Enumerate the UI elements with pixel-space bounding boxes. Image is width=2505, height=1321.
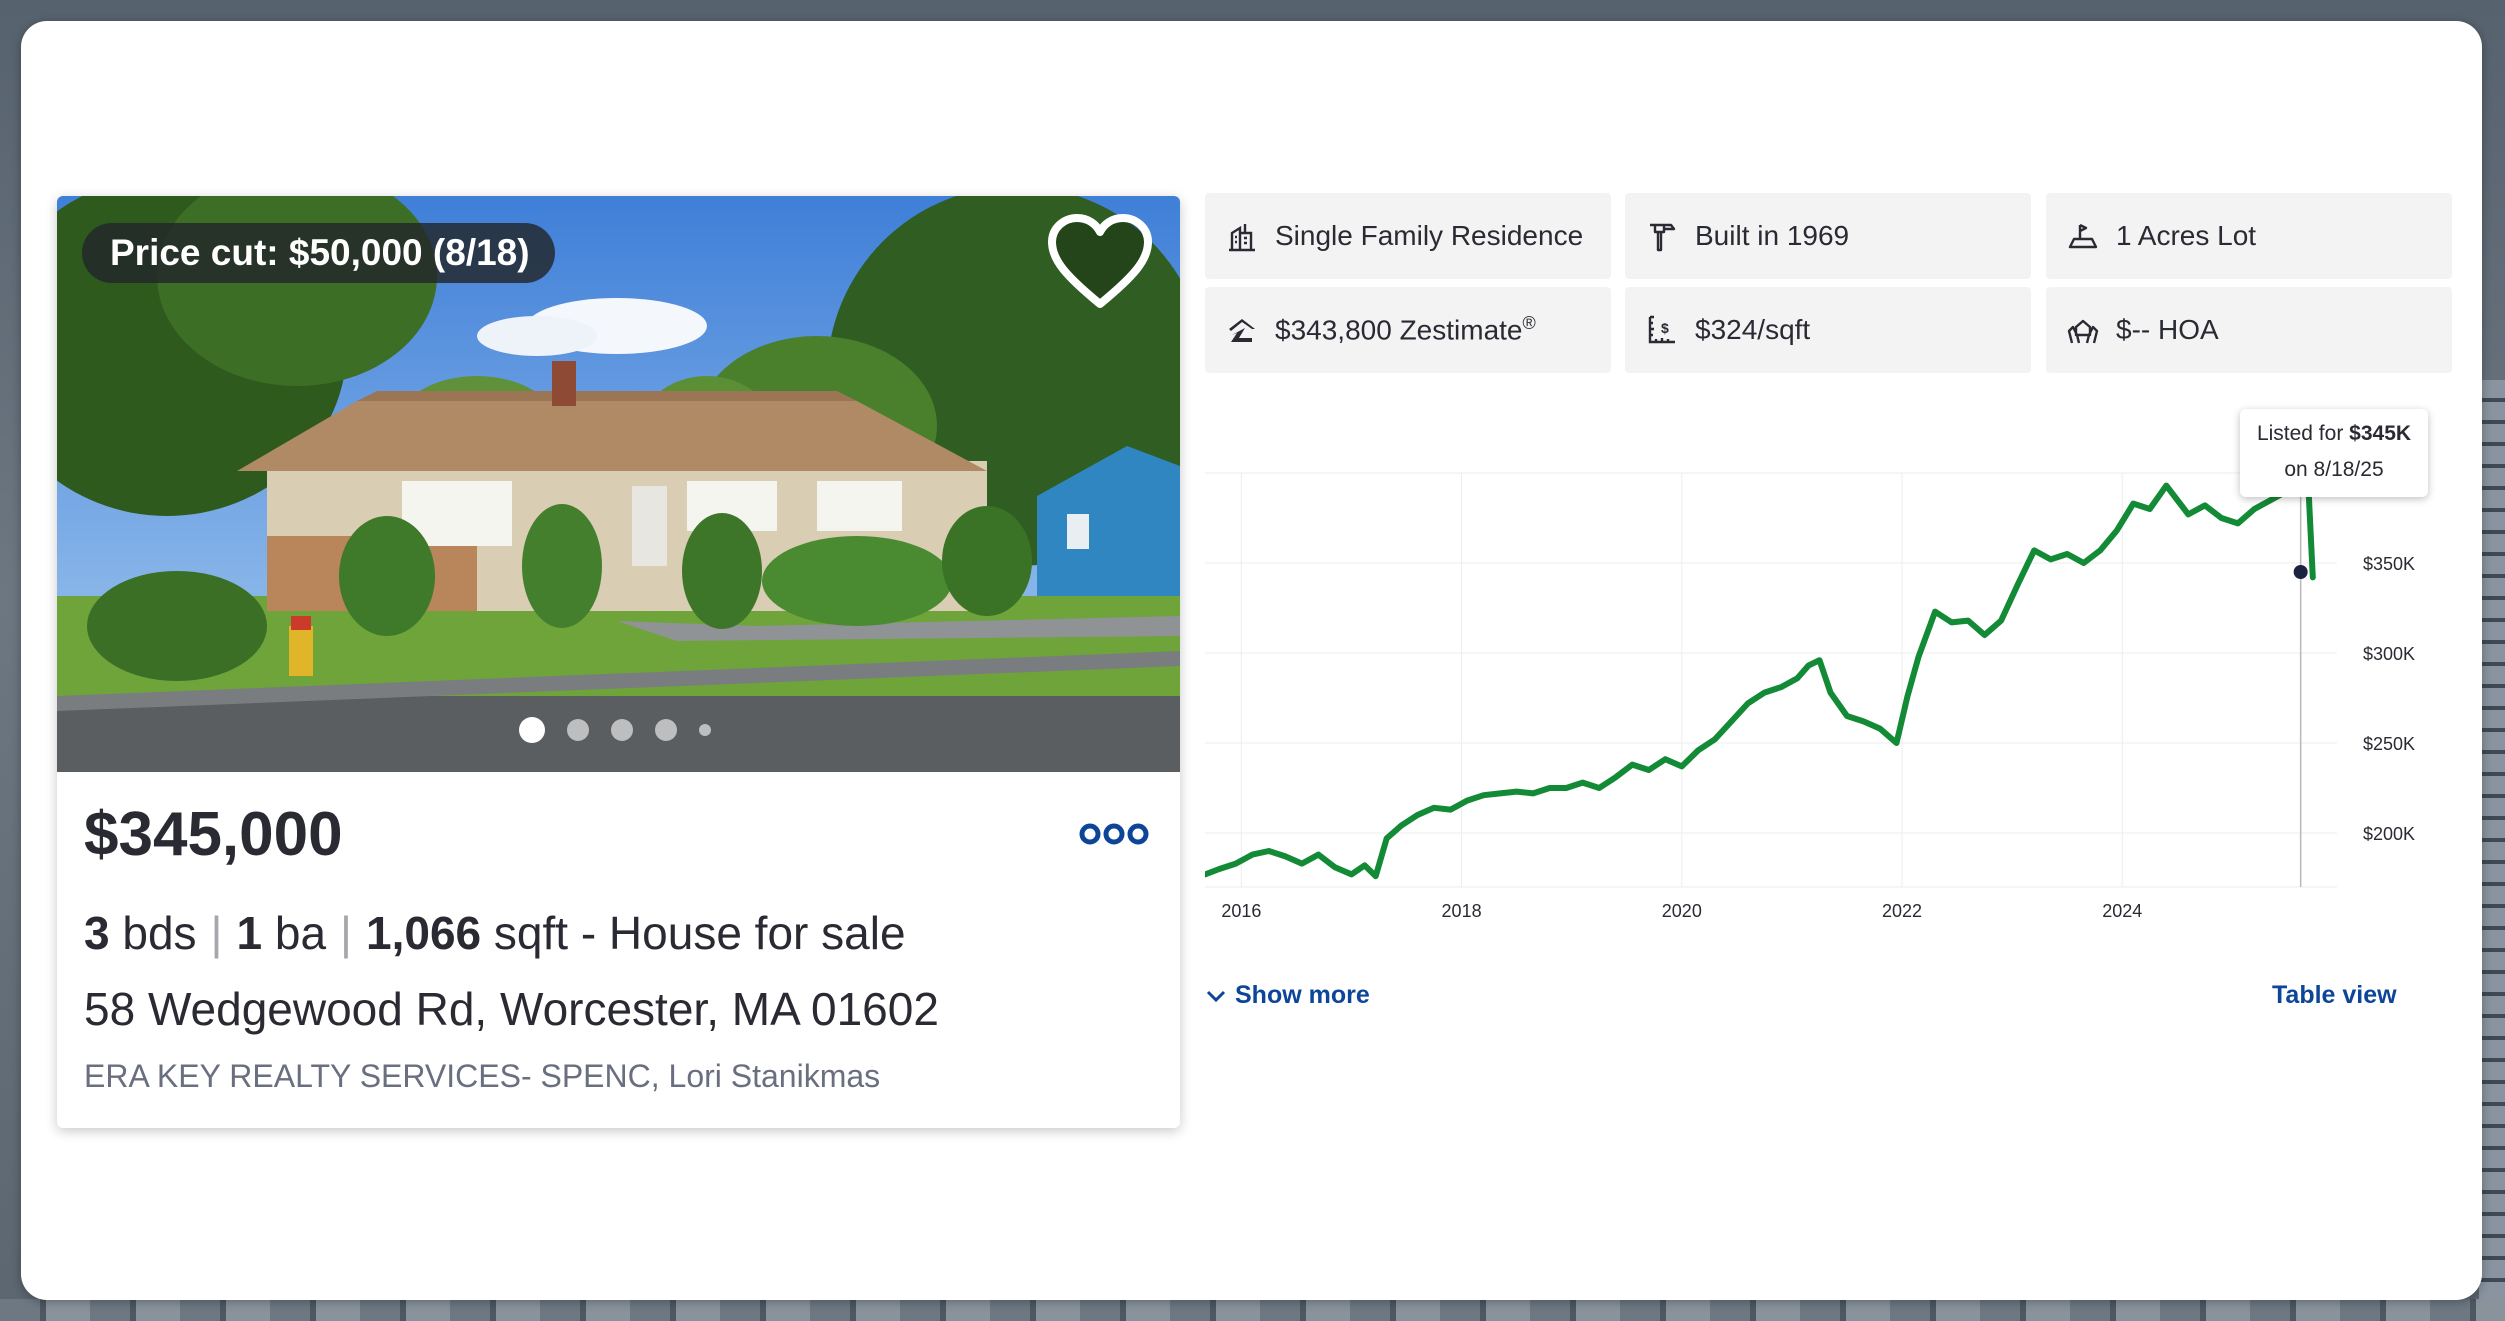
carousel-dot[interactable] <box>655 719 677 741</box>
chevron-down-icon <box>1206 991 1226 1003</box>
show-more-button[interactable]: Show more <box>1205 981 1370 1010</box>
save-favorite-heart-icon[interactable] <box>1046 214 1154 312</box>
y-tick-label: $250K <box>2363 734 2415 754</box>
tooltip-date: on 8/18/25 <box>2284 458 2384 481</box>
price-per-sqft-icon: $ <box>1648 315 1675 344</box>
y-tick-label: $200K <box>2363 824 2415 844</box>
building-icon <box>1229 224 1255 252</box>
beds-baths-sqft: 3 bds | 1 ba | 1,066 sqft - House for sale <box>84 906 906 960</box>
photo-carousel-dots[interactable] <box>519 717 711 743</box>
background-street <box>0 1299 2505 1321</box>
table-view-button[interactable]: Table view <box>2272 981 2397 1010</box>
fact-tile-price-per-sqft: $ $324/sqft <box>1625 287 2031 373</box>
listing-price: $345,000 <box>84 800 343 869</box>
carousel-dot[interactable] <box>611 719 633 741</box>
lot-icon <box>2068 223 2098 249</box>
tooltip-value: $345K <box>2349 422 2412 445</box>
baths-unit: ba <box>274 907 327 959</box>
chart-tooltip: Listed for $345K on 8/18/25 <box>2240 409 2428 497</box>
x-tick-label: 2022 <box>1882 901 1922 921</box>
tooltip-prefix: Listed for <box>2256 422 2350 445</box>
divider: | <box>210 907 223 959</box>
price-history-line <box>1205 461 2316 880</box>
fact-label: $343,800 Zestimate® <box>1275 313 1536 346</box>
sqft-suffix: sqft - House for sale <box>493 907 906 959</box>
baths-value: 1 <box>236 907 263 959</box>
x-tick-label: 2018 <box>1442 901 1482 921</box>
fact-label: 1 Acres Lot <box>2116 220 2257 251</box>
fact-label: $-- HOA <box>2116 314 2219 345</box>
listed-price-marker <box>2293 565 2308 579</box>
fact-label: Built in 1969 <box>1695 220 1850 251</box>
carousel-dot[interactable] <box>519 717 545 743</box>
x-tick-label: 2016 <box>1221 901 1261 921</box>
listing-broker: ERA KEY REALTY SERVICES- SPENC, Lori Sta… <box>84 1058 881 1094</box>
listing-address[interactable]: 58 Wedgewood Rd, Worcester, MA 01602 <box>84 982 939 1036</box>
hoa-icon <box>2067 319 2099 344</box>
fact-tile-lot-size: 1 Acres Lot <box>2046 193 2452 279</box>
zestimate-icon <box>1229 319 1255 342</box>
show-more-label: Show more <box>1235 981 1370 1009</box>
beds-unit: bds <box>122 907 197 959</box>
sqft-value: 1,066 <box>366 907 482 959</box>
listing-card[interactable]: Price cut: $50,000 (8/18) $345,000 3 bds… <box>57 196 1180 1128</box>
y-tick-label: $300K <box>2363 644 2415 664</box>
svg-text:$: $ <box>1661 320 1669 336</box>
registered-mark: ® <box>1522 313 1536 334</box>
background-buildings <box>2479 380 2505 1321</box>
fact-tile-zestimate: $343,800 Zestimate® <box>1205 287 1611 373</box>
fact-tile-year-built: Built in 1969 <box>1625 193 2031 279</box>
more-options-icon[interactable] <box>1079 822 1149 846</box>
divider: | <box>340 907 352 959</box>
fact-tile-home-type: Single Family Residence <box>1205 193 1611 279</box>
fact-label: $324/sqft <box>1695 314 1811 345</box>
y-tick-label: $350K <box>2363 554 2415 574</box>
beds-value: 3 <box>84 907 110 959</box>
fact-label: Single Family Residence <box>1275 220 1584 251</box>
hammer-icon <box>1650 223 1676 252</box>
carousel-dot[interactable] <box>567 719 589 741</box>
x-tick-label: 2024 <box>2102 901 2142 921</box>
fact-tile-hoa: $-- HOA <box>2046 287 2452 373</box>
carousel-dot[interactable] <box>699 724 711 736</box>
price-cut-badge: Price cut: $50,000 (8/18) <box>82 223 555 283</box>
x-tick-label: 2020 <box>1662 901 1702 921</box>
